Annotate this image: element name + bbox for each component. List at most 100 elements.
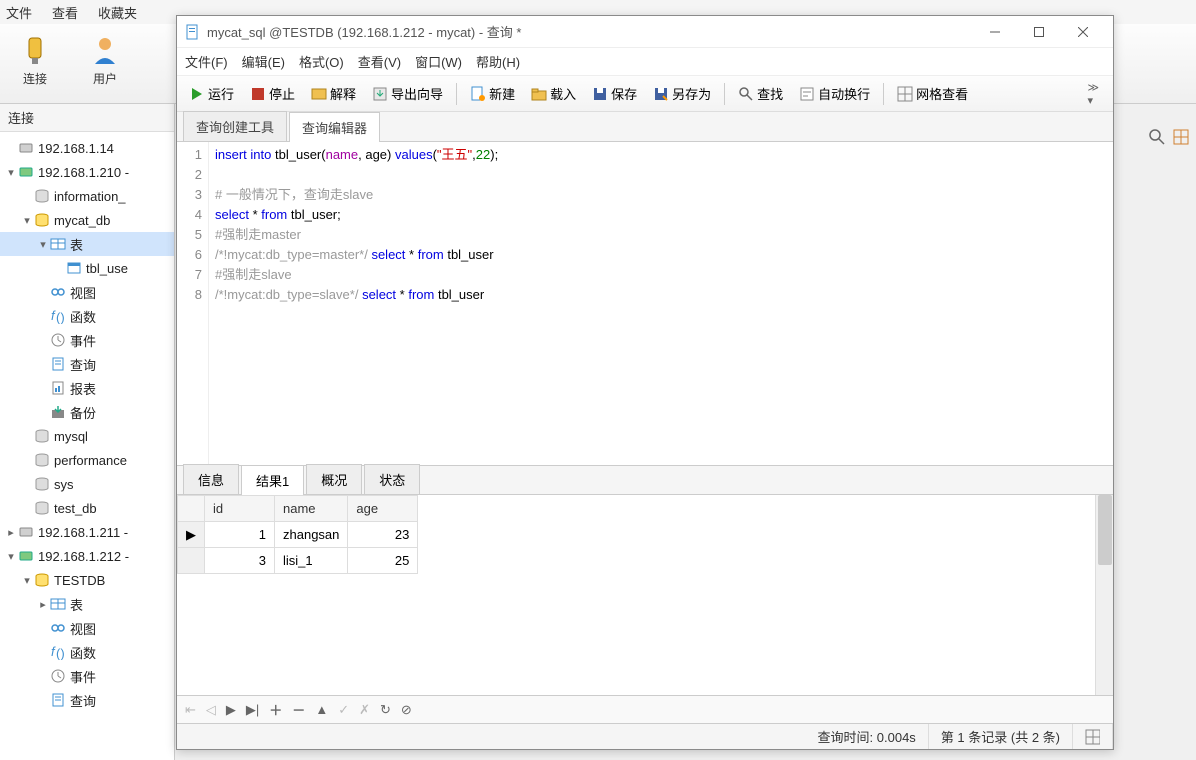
qmenu-window[interactable]: 窗口(W) bbox=[415, 52, 462, 71]
tree-toggle-icon[interactable]: ▾ bbox=[4, 550, 18, 563]
tree-toggle-icon[interactable]: ▾ bbox=[20, 574, 34, 587]
tree-item[interactable]: ▾TESTDB bbox=[0, 568, 174, 592]
save-button[interactable]: 保存 bbox=[586, 80, 643, 108]
tree-item-label: 函数 bbox=[70, 307, 96, 326]
grid-icon[interactable] bbox=[1172, 128, 1190, 146]
tree-item[interactable]: 备份 bbox=[0, 400, 174, 424]
tree-item[interactable]: 查询 bbox=[0, 352, 174, 376]
tree-item[interactable]: ▸表 bbox=[0, 592, 174, 616]
find-button[interactable]: 查找 bbox=[732, 80, 789, 108]
row-indicator-header bbox=[178, 496, 205, 522]
row-indicator bbox=[178, 548, 205, 574]
load-button[interactable]: 载入 bbox=[525, 80, 582, 108]
new-button[interactable]: 新建 bbox=[464, 80, 521, 108]
close-button[interactable] bbox=[1061, 17, 1105, 47]
tree-toggle-icon[interactable]: ▾ bbox=[36, 238, 50, 251]
column-header[interactable]: id bbox=[205, 496, 275, 522]
table-cell[interactable]: lisi_1 bbox=[275, 548, 348, 574]
tab-query-editor[interactable]: 查询编辑器 bbox=[289, 112, 380, 142]
code-area[interactable]: insert into tbl_user(name, age) values("… bbox=[209, 142, 1113, 465]
table-cell[interactable]: 1 bbox=[205, 522, 275, 548]
nav-first[interactable]: ⇤ bbox=[185, 702, 196, 718]
tree-item[interactable]: 查询 bbox=[0, 688, 174, 712]
tree-item[interactable]: tbl_use bbox=[0, 256, 174, 280]
rtab-status[interactable]: 状态 bbox=[364, 464, 420, 494]
menu-favorites[interactable]: 收藏夹 bbox=[98, 3, 137, 22]
qmenu-view[interactable]: 查看(V) bbox=[358, 52, 401, 71]
menu-view[interactable]: 查看 bbox=[52, 3, 78, 22]
table-row[interactable]: 3lisi_125 bbox=[178, 548, 418, 574]
table-cell[interactable]: 3 bbox=[205, 548, 275, 574]
nav-up[interactable]: ▲ bbox=[315, 702, 328, 717]
nav-apply[interactable]: ✓ bbox=[338, 702, 349, 718]
explain-button[interactable]: 解释 bbox=[305, 80, 362, 108]
qmenu-edit[interactable]: 编辑(E) bbox=[242, 52, 285, 71]
column-header[interactable]: name bbox=[275, 496, 348, 522]
table-cell[interactable]: zhangsan bbox=[275, 522, 348, 548]
nav-cancel[interactable]: ✗ bbox=[359, 702, 370, 718]
tree-item[interactable]: sys bbox=[0, 472, 174, 496]
maximize-button[interactable] bbox=[1017, 17, 1061, 47]
tree-item[interactable]: 视图 bbox=[0, 616, 174, 640]
tree-item[interactable]: 报表 bbox=[0, 376, 174, 400]
toolbar-overflow[interactable]: ≫▾ bbox=[1079, 81, 1107, 107]
nav-stop[interactable]: ⊘ bbox=[401, 702, 412, 718]
tree-toggle-icon[interactable]: ▸ bbox=[4, 526, 18, 539]
results-table[interactable]: idnameage▶1zhangsan233lisi_125 bbox=[177, 495, 418, 574]
record-navigator: ⇤ ◁ ▶ ▶| ＋ － ▲ ✓ ✗ ↻ ⊘ bbox=[177, 695, 1113, 723]
nav-next[interactable]: ▶ bbox=[226, 702, 236, 718]
minimize-button[interactable] bbox=[973, 17, 1017, 47]
sql-editor[interactable]: 12345678 insert into tbl_user(name, age)… bbox=[177, 142, 1113, 465]
tree-item[interactable]: f()函数 bbox=[0, 304, 174, 328]
tree-item[interactable]: ▾192.168.1.210 - bbox=[0, 160, 174, 184]
tree-item[interactable]: 事件 bbox=[0, 664, 174, 688]
tree-toggle-icon[interactable]: ▾ bbox=[4, 166, 18, 179]
results-scrollbar[interactable] bbox=[1095, 495, 1113, 695]
tree-toggle-icon[interactable]: ▾ bbox=[20, 214, 34, 227]
menu-file[interactable]: 文件 bbox=[6, 3, 32, 22]
tree-item[interactable]: test_db bbox=[0, 496, 174, 520]
tree-item[interactable]: ▾mycat_db bbox=[0, 208, 174, 232]
qmenu-format[interactable]: 格式(O) bbox=[299, 52, 344, 71]
nav-prev[interactable]: ◁ bbox=[206, 702, 216, 718]
nav-last[interactable]: ▶| bbox=[246, 702, 259, 718]
user-tool[interactable]: 用户 bbox=[70, 34, 140, 103]
nav-remove[interactable]: － bbox=[292, 700, 305, 719]
tree-item[interactable]: mysql bbox=[0, 424, 174, 448]
tree-item[interactable]: f()函数 bbox=[0, 640, 174, 664]
table-cell[interactable]: 23 bbox=[348, 522, 418, 548]
export-wizard-button[interactable]: 导出向导 bbox=[366, 80, 449, 108]
tree-item[interactable]: 视图 bbox=[0, 280, 174, 304]
tree-item[interactable]: performance bbox=[0, 448, 174, 472]
tree-item[interactable]: 事件 bbox=[0, 328, 174, 352]
run-button[interactable]: 运行 bbox=[183, 80, 240, 108]
rtab-result1[interactable]: 结果1 bbox=[241, 465, 304, 495]
auto-wrap-button[interactable]: 自动换行 bbox=[793, 80, 876, 108]
stop-button[interactable]: 停止 bbox=[244, 80, 301, 108]
connection-tree[interactable]: 192.168.1.14▾192.168.1.210 -information_… bbox=[0, 132, 174, 716]
qmenu-help[interactable]: 帮助(H) bbox=[476, 52, 520, 71]
tree-item[interactable]: 192.168.1.14 bbox=[0, 136, 174, 160]
rtab-profile[interactable]: 概况 bbox=[306, 464, 362, 494]
tree-item[interactable]: ▾表 bbox=[0, 232, 174, 256]
connect-tool[interactable]: 连接 bbox=[0, 34, 70, 103]
results-grid[interactable]: idnameage▶1zhangsan233lisi_125 bbox=[177, 495, 1113, 695]
search-icon[interactable] bbox=[1148, 128, 1166, 146]
tree-item[interactable]: ▾192.168.1.212 - bbox=[0, 544, 174, 568]
nav-add[interactable]: ＋ bbox=[269, 700, 282, 719]
rtab-info[interactable]: 信息 bbox=[183, 464, 239, 494]
scrollbar-thumb[interactable] bbox=[1098, 495, 1112, 565]
tree-item[interactable]: information_ bbox=[0, 184, 174, 208]
nav-refresh[interactable]: ↻ bbox=[380, 702, 391, 718]
tree-item[interactable]: ▸192.168.1.211 - bbox=[0, 520, 174, 544]
save-as-icon bbox=[653, 86, 669, 102]
host-active-icon bbox=[18, 548, 34, 564]
tree-toggle-icon[interactable]: ▸ bbox=[36, 598, 50, 611]
column-header[interactable]: age bbox=[348, 496, 418, 522]
save-as-button[interactable]: 另存为 bbox=[647, 80, 717, 108]
qmenu-file[interactable]: 文件(F) bbox=[185, 52, 228, 71]
table-row[interactable]: ▶1zhangsan23 bbox=[178, 522, 418, 548]
table-cell[interactable]: 25 bbox=[348, 548, 418, 574]
grid-view-button[interactable]: 网格查看 bbox=[891, 80, 974, 108]
tab-query-builder[interactable]: 查询创建工具 bbox=[183, 111, 287, 141]
